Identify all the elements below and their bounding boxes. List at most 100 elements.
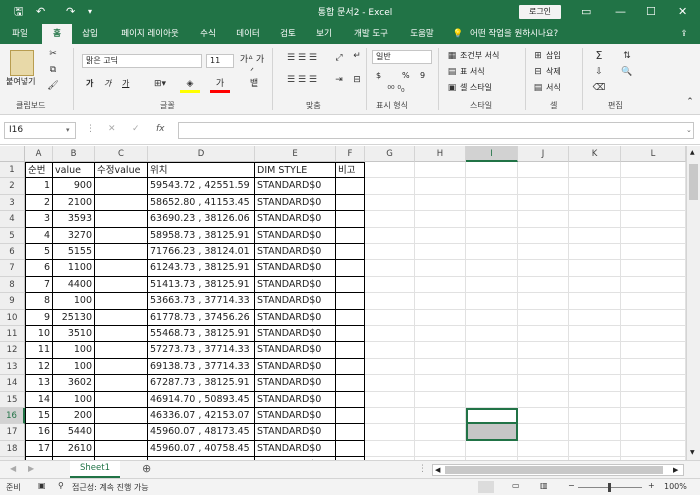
- enter-icon[interactable]: ✓: [132, 124, 140, 134]
- table-cell[interactable]: 6: [25, 260, 53, 277]
- row-header[interactable]: 4: [0, 211, 25, 228]
- grid-cell[interactable]: [569, 424, 621, 441]
- table-cell[interactable]: 46914.70 , 50893.45: [148, 391, 255, 408]
- grid-cell[interactable]: [415, 260, 466, 277]
- font-color-icon[interactable]: 가: [210, 78, 230, 93]
- close-icon[interactable]: ✕: [678, 4, 687, 20]
- table-cell[interactable]: 1100: [53, 260, 95, 277]
- grid-cell[interactable]: [415, 194, 466, 212]
- grid-cell[interactable]: [415, 342, 466, 359]
- table-header-cell[interactable]: value: [53, 162, 95, 179]
- grid-cell[interactable]: [569, 375, 621, 392]
- format-cells-button[interactable]: 서식: [546, 82, 561, 94]
- row-header[interactable]: 8: [0, 276, 25, 294]
- grid-cell[interactable]: [518, 194, 569, 212]
- table-cell[interactable]: STANDARD$0: [255, 375, 336, 392]
- insert-cells-icon[interactable]: ⊞: [532, 50, 544, 62]
- next-sheet-icon[interactable]: ▶: [28, 464, 34, 473]
- table-cell[interactable]: STANDARD$0: [255, 227, 336, 244]
- column-header-j[interactable]: J: [518, 146, 569, 162]
- underline-button[interactable]: 가: [122, 78, 129, 90]
- column-header-k[interactable]: K: [569, 146, 621, 162]
- grid-cell[interactable]: [365, 227, 415, 244]
- formula-input[interactable]: [178, 122, 694, 139]
- tab-help[interactable]: 도움말: [402, 24, 442, 44]
- table-cell[interactable]: 7: [25, 276, 53, 294]
- grid-cell[interactable]: [466, 309, 518, 326]
- grid-cell[interactable]: [466, 391, 518, 408]
- tab-split-handle[interactable]: ⋮: [418, 464, 427, 474]
- prev-sheet-icon[interactable]: ◀: [10, 464, 16, 473]
- undo-icon[interactable]: ↶: [36, 4, 45, 20]
- maximize-icon[interactable]: ☐: [646, 4, 656, 20]
- row-header[interactable]: 12: [0, 342, 25, 359]
- redo-icon[interactable]: ↷: [66, 4, 75, 20]
- row-header[interactable]: 5: [0, 227, 25, 244]
- column-header-c[interactable]: C: [95, 146, 148, 162]
- tab-insert[interactable]: 삽입: [74, 24, 106, 44]
- italic-button[interactable]: 가: [104, 78, 111, 90]
- table-cell[interactable]: 100: [53, 342, 95, 359]
- font-grow-shrink-icon[interactable]: 가ᐞ 가ᐟ: [238, 54, 266, 78]
- vertical-scroll-thumb[interactable]: [689, 164, 698, 200]
- table-cell[interactable]: 3593: [53, 211, 95, 228]
- table-cell[interactable]: 51413.73 , 38125.91: [148, 276, 255, 294]
- grid-cell[interactable]: [365, 375, 415, 392]
- table-format-button[interactable]: 표 서식: [460, 66, 485, 78]
- column-header-e[interactable]: E: [255, 146, 336, 162]
- table-cell[interactable]: 45960.07 , 40758.45: [148, 440, 255, 458]
- table-cell[interactable]: [95, 276, 148, 294]
- table-cell[interactable]: 16: [25, 424, 53, 441]
- select-all-corner[interactable]: [0, 146, 25, 162]
- cell-styles-button[interactable]: 셀 스타일: [460, 82, 492, 94]
- grid-cell[interactable]: [466, 260, 518, 277]
- grid-cell[interactable]: [518, 391, 569, 408]
- zoom-out-icon[interactable]: −: [568, 481, 575, 490]
- grid-cell[interactable]: [518, 244, 569, 261]
- row-header[interactable]: 6: [0, 244, 25, 261]
- grid-cell[interactable]: [466, 440, 518, 458]
- font-size-combo[interactable]: 11: [206, 54, 234, 68]
- table-cell[interactable]: 4400: [53, 276, 95, 294]
- grid-cell[interactable]: [621, 211, 686, 228]
- conditional-format-icon[interactable]: ▦: [446, 50, 458, 62]
- table-cell[interactable]: 5440: [53, 424, 95, 441]
- vertical-scrollbar[interactable]: ▲ ▼: [686, 146, 700, 460]
- table-cell[interactable]: [336, 178, 365, 195]
- grid-cell[interactable]: [466, 358, 518, 376]
- table-cell[interactable]: 58958.73 , 38125.91: [148, 227, 255, 244]
- table-cell[interactable]: STANDARD$0: [255, 260, 336, 277]
- grid-cell[interactable]: [466, 293, 518, 310]
- column-header-g[interactable]: G: [365, 146, 415, 162]
- row-header[interactable]: 15: [0, 391, 25, 408]
- save-icon[interactable]: 🖫: [14, 4, 23, 20]
- decimal-icon[interactable]: ⁰⁰ ⁰₀: [376, 84, 416, 96]
- column-header-b[interactable]: B: [53, 146, 95, 162]
- table-cell[interactable]: [336, 276, 365, 294]
- grid-cell[interactable]: [466, 194, 518, 212]
- cell-styles-icon[interactable]: ▣: [446, 82, 458, 94]
- grid-cell[interactable]: [518, 178, 569, 195]
- table-cell[interactable]: 3270: [53, 227, 95, 244]
- fill-color-icon[interactable]: ◈: [180, 78, 200, 93]
- table-cell[interactable]: 71766.23 , 38124.01: [148, 244, 255, 261]
- table-cell[interactable]: [95, 227, 148, 244]
- table-cell[interactable]: 11: [25, 342, 53, 359]
- table-cell[interactable]: [336, 244, 365, 261]
- column-header-f[interactable]: F: [336, 146, 365, 162]
- grid-cell[interactable]: [569, 276, 621, 294]
- tab-formulas[interactable]: 수식: [194, 24, 222, 44]
- table-cell[interactable]: 13: [25, 375, 53, 392]
- table-header-cell[interactable]: 순번: [25, 162, 53, 179]
- bold-button[interactable]: 가: [86, 78, 93, 90]
- row-header[interactable]: 2: [0, 178, 25, 195]
- wrap-text-icon[interactable]: ↵: [350, 50, 364, 62]
- table-header-cell[interactable]: DIM STYLE: [255, 162, 336, 179]
- grid-cell[interactable]: [518, 408, 569, 425]
- table-header-cell[interactable]: 수정value: [95, 162, 148, 179]
- percent-button[interactable]: %: [402, 70, 410, 82]
- paste-button[interactable]: 붙여넣기: [6, 76, 35, 88]
- grid-cell[interactable]: [518, 358, 569, 376]
- table-cell[interactable]: STANDARD$0: [255, 293, 336, 310]
- grid-cell[interactable]: [621, 293, 686, 310]
